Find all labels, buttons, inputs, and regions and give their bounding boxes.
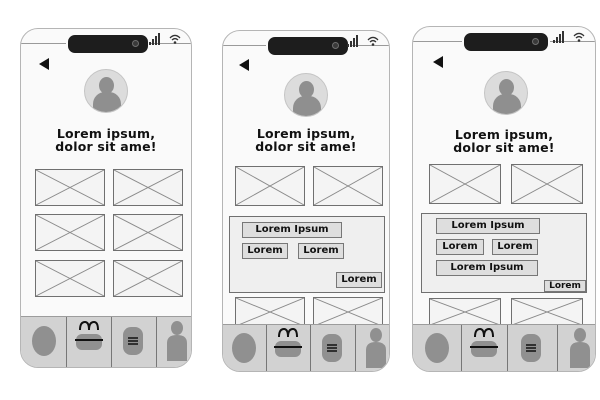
tag-chip[interactable]: Lorem Ipsum (436, 218, 540, 234)
person-icon (167, 321, 187, 361)
screen-headline: Lorem ipsum, dolor sit ame! (21, 127, 191, 153)
image-placeholder[interactable] (235, 166, 305, 206)
back-arrow-icon[interactable] (39, 58, 49, 70)
bag-icon (75, 320, 103, 350)
tag-selection-panel: Lorem Ipsum Lorem Lorem Lorem Ipsum Lore… (421, 213, 587, 293)
camera-lens (132, 40, 139, 47)
person-icon (366, 328, 386, 368)
phone-screen-2: Lorem ipsum, dolor sit ame! Lorem Ipsum … (222, 30, 390, 372)
image-placeholder[interactable] (429, 164, 501, 204)
bottom-tab-bar (223, 324, 389, 371)
user-avatar-icon (284, 73, 328, 117)
wifi-icon (169, 34, 181, 44)
bottom-tab-bar (413, 324, 595, 371)
bottom-tab-bar (21, 316, 191, 367)
tab-home[interactable] (413, 325, 462, 371)
image-placeholder[interactable] (511, 164, 583, 204)
tag-chip[interactable]: Lorem (298, 243, 344, 259)
camera-notch (462, 31, 550, 53)
tag-selection-panel: Lorem Ipsum Lorem Lorem Lorem (229, 216, 385, 293)
panel-action-button[interactable]: Lorem (336, 272, 382, 288)
status-icons (553, 29, 585, 43)
camera-lens (332, 42, 339, 49)
tag-chip[interactable]: Lorem (242, 243, 288, 259)
image-placeholder[interactable] (113, 214, 183, 251)
signal-icon (347, 35, 358, 47)
tag-chip[interactable]: Lorem Ipsum (436, 260, 538, 276)
image-placeholder[interactable] (235, 297, 305, 327)
panel-action-button[interactable]: Lorem (544, 280, 586, 292)
image-placeholder[interactable] (35, 260, 105, 297)
camera-notch (66, 33, 150, 55)
tab-menu[interactable] (507, 325, 558, 371)
tab-menu[interactable] (310, 325, 356, 371)
tab-menu[interactable] (111, 317, 157, 367)
bag-icon (274, 327, 302, 357)
image-placeholder[interactable] (429, 298, 501, 326)
back-arrow-icon[interactable] (433, 56, 443, 68)
menu-icon (521, 334, 541, 362)
image-placeholder[interactable] (313, 166, 383, 206)
tab-bag[interactable] (266, 325, 311, 371)
tab-profile[interactable] (557, 325, 595, 371)
tab-home[interactable] (21, 317, 67, 367)
home-blob-icon (32, 326, 56, 356)
home-blob-icon (232, 333, 256, 363)
wifi-icon (367, 36, 379, 46)
tab-bag[interactable] (461, 325, 508, 371)
image-placeholder[interactable] (313, 297, 383, 327)
signal-icon (149, 33, 160, 45)
tab-bag[interactable] (66, 317, 112, 367)
tag-chip[interactable]: Lorem Ipsum (242, 222, 342, 238)
tab-profile[interactable] (355, 325, 389, 371)
image-placeholder[interactable] (35, 169, 105, 206)
image-placeholder[interactable] (113, 260, 183, 297)
headline-line-2: dolor sit ame! (255, 139, 357, 154)
person-icon (570, 328, 590, 368)
tab-home[interactable] (223, 325, 267, 371)
tag-chip[interactable]: Lorem (492, 239, 538, 255)
bag-icon (470, 327, 498, 357)
headline-line-2: dolor sit ame! (55, 139, 157, 154)
status-icons (347, 33, 379, 47)
image-placeholder[interactable] (35, 214, 105, 251)
phone-screen-3: Lorem ipsum, dolor sit ame! Lorem Ipsum … (412, 26, 596, 372)
user-avatar-icon (84, 69, 128, 113)
screen-headline: Lorem ipsum, dolor sit ame! (223, 127, 389, 153)
camera-notch (266, 35, 350, 57)
back-arrow-icon[interactable] (239, 59, 249, 71)
status-icons (149, 31, 181, 45)
screen-headline: Lorem ipsum, dolor sit ame! (413, 128, 595, 154)
user-avatar-icon (484, 71, 528, 115)
home-blob-icon (425, 333, 449, 363)
menu-icon (322, 334, 342, 362)
tag-chip[interactable]: Lorem (436, 239, 484, 255)
image-placeholder[interactable] (113, 169, 183, 206)
camera-lens (532, 38, 539, 45)
menu-icon (123, 327, 143, 355)
wifi-icon (573, 32, 585, 42)
signal-icon (553, 31, 564, 43)
tab-profile[interactable] (156, 317, 191, 367)
phone-screen-1: Lorem ipsum, dolor sit ame! (20, 28, 192, 368)
image-placeholder[interactable] (511, 298, 583, 326)
headline-line-2: dolor sit ame! (453, 140, 555, 155)
